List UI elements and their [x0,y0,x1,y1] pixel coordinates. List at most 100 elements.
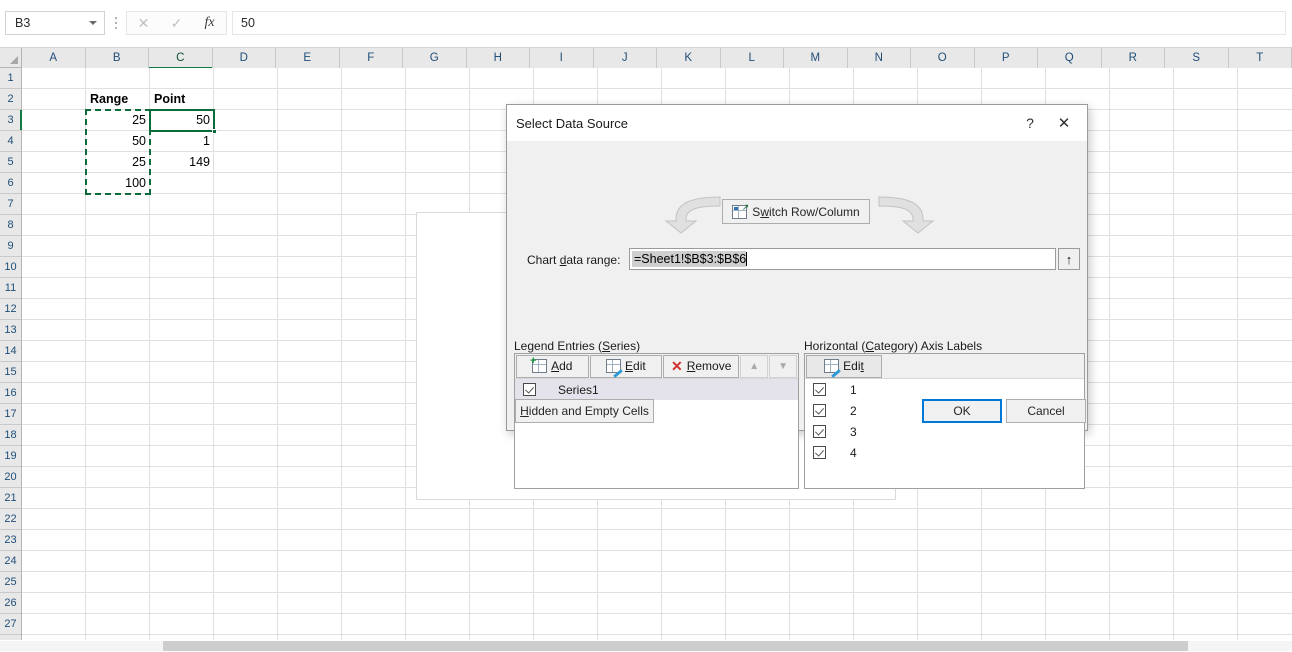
legend-list-item-label: Series1 [558,382,599,397]
formula-input[interactable]: 50 [232,11,1286,35]
row-header-19[interactable]: 19 [0,446,21,467]
row-header-10[interactable]: 10 [0,257,21,278]
row-header-1[interactable]: 1 [0,68,21,89]
cell-C3[interactable]: 50 [150,110,214,130]
row-header-14[interactable]: 14 [0,341,21,362]
column-header-a[interactable]: A [22,48,86,68]
text-cursor [746,252,748,266]
column-header-d[interactable]: D [212,48,276,68]
row-header-12[interactable]: 12 [0,299,21,320]
column-header-p[interactable]: P [974,48,1038,68]
row-header-24[interactable]: 24 [0,551,21,572]
cancel-button[interactable]: Cancel [1006,399,1086,423]
dialog-title: Select Data Source [516,115,629,131]
cell-B6[interactable]: 100 [86,173,150,193]
move-up-button[interactable]: ▲ [740,354,769,378]
cell-C5[interactable]: 149 [150,152,214,172]
cell-B4[interactable]: 50 [86,131,150,151]
chart-data-range-input[interactable]: =Sheet1!$B$3:$B$6 [629,248,1056,270]
row-header-7[interactable]: 7 [0,194,21,215]
collapse-dialog-button[interactable]: ↑ [1058,248,1080,270]
column-header-s[interactable]: S [1165,48,1229,68]
column-header-t[interactable]: T [1228,48,1292,68]
row-header-25[interactable]: 25 [0,572,21,593]
column-header-q[interactable]: Q [1038,48,1102,68]
column-header-m[interactable]: M [784,48,848,68]
close-icon[interactable]: ✕ [1051,111,1077,135]
row-header-27[interactable]: 27 [0,614,21,635]
axis-list-item[interactable]: 1 [805,379,1084,400]
close-icon[interactable]: ✕ [127,12,160,34]
row-header-2[interactable]: 2 [0,89,21,110]
chart-data-range-label: Chart data range: [527,253,621,267]
remove-button[interactable]: ✕ Remove [663,354,740,378]
cell-C4[interactable]: 1 [150,131,214,151]
select-all-corner[interactable] [0,48,22,68]
ok-button[interactable]: OK [922,399,1002,423]
row-header-20[interactable]: 20 [0,467,21,488]
column-header-r[interactable]: R [1101,48,1165,68]
column-header-n[interactable]: N [847,48,911,68]
switch-row-column-button[interactable]: ↗ Switch Row/Column [722,199,870,224]
chevron-down-icon[interactable] [89,21,97,25]
column-header-c[interactable]: C [149,48,213,69]
row-header-18[interactable]: 18 [0,425,21,446]
column-header-h[interactable]: H [466,48,530,68]
column-header-g[interactable]: G [403,48,467,68]
row-header-5[interactable]: 5 [0,152,21,173]
formula-bar-drag-handle[interactable] [112,14,120,32]
checkbox[interactable] [813,446,826,459]
select-data-source-dialog: Select Data Source ? ✕ Chart data range:… [506,104,1088,489]
checkbox[interactable] [813,383,826,396]
row-header-8[interactable]: 8 [0,215,21,236]
checkbox[interactable] [813,425,826,438]
edit-series-button[interactable]: Edit [589,354,663,378]
legend-list-item[interactable]: Series1 [515,379,798,400]
row-header-3[interactable]: 3 [0,110,22,131]
axis-list-item[interactable]: 4 [805,442,1084,463]
row-header-16[interactable]: 16 [0,383,21,404]
column-header-o[interactable]: O [911,48,975,68]
row-header-21[interactable]: 21 [0,488,21,509]
row-header-11[interactable]: 11 [0,278,21,299]
row-header-9[interactable]: 9 [0,236,21,257]
cell-B2[interactable]: Range [86,89,150,109]
column-header-e[interactable]: E [276,48,340,68]
row-header-23[interactable]: 23 [0,530,21,551]
row-header-6[interactable]: 6 [0,173,21,194]
horizontal-scrollbar[interactable] [0,640,1292,652]
axis-list-item[interactable]: 3 [805,421,1084,442]
row-header-15[interactable]: 15 [0,362,21,383]
move-down-button[interactable]: ▼ [769,354,797,378]
switch-row-column-label: Switch Row/Column [752,204,860,219]
edit-axis-labels-button[interactable]: Edit [806,354,882,378]
checkbox[interactable] [813,404,826,417]
name-box[interactable]: B3 [5,11,105,35]
checkbox[interactable] [523,383,536,396]
row-header-17[interactable]: 17 [0,404,21,425]
legend-entries-list[interactable]: Series1 [515,379,798,488]
add-button[interactable]: + Add [516,354,589,378]
hidden-and-empty-cells-button[interactable]: Hidden and Empty Cells [515,399,654,423]
check-icon[interactable]: ✓ [160,12,193,34]
column-header-f[interactable]: F [339,48,403,68]
column-header-l[interactable]: L [720,48,784,68]
row-header-4[interactable]: 4 [0,131,21,152]
column-header-b[interactable]: B [85,48,149,68]
row-header-26[interactable]: 26 [0,593,21,614]
column-header-k[interactable]: K [657,48,721,68]
row-header-13[interactable]: 13 [0,320,21,341]
scrollbar-thumb[interactable] [163,641,1188,651]
cell-C2[interactable]: Point [150,89,214,109]
grid-line [1237,68,1238,652]
column-header-j[interactable]: J [593,48,657,68]
cell-B3[interactable]: 25 [86,110,150,130]
edit-grid-icon [824,359,841,378]
cell-B5[interactable]: 25 [86,152,150,172]
help-icon[interactable]: ? [1017,111,1043,135]
fx-icon[interactable]: fx [193,12,226,34]
axis-labels-list[interactable]: 1 2 3 4 [805,379,1084,488]
row-header-22[interactable]: 22 [0,509,21,530]
dialog-titlebar[interactable]: Select Data Source [507,105,1087,141]
column-header-i[interactable]: I [530,48,594,68]
